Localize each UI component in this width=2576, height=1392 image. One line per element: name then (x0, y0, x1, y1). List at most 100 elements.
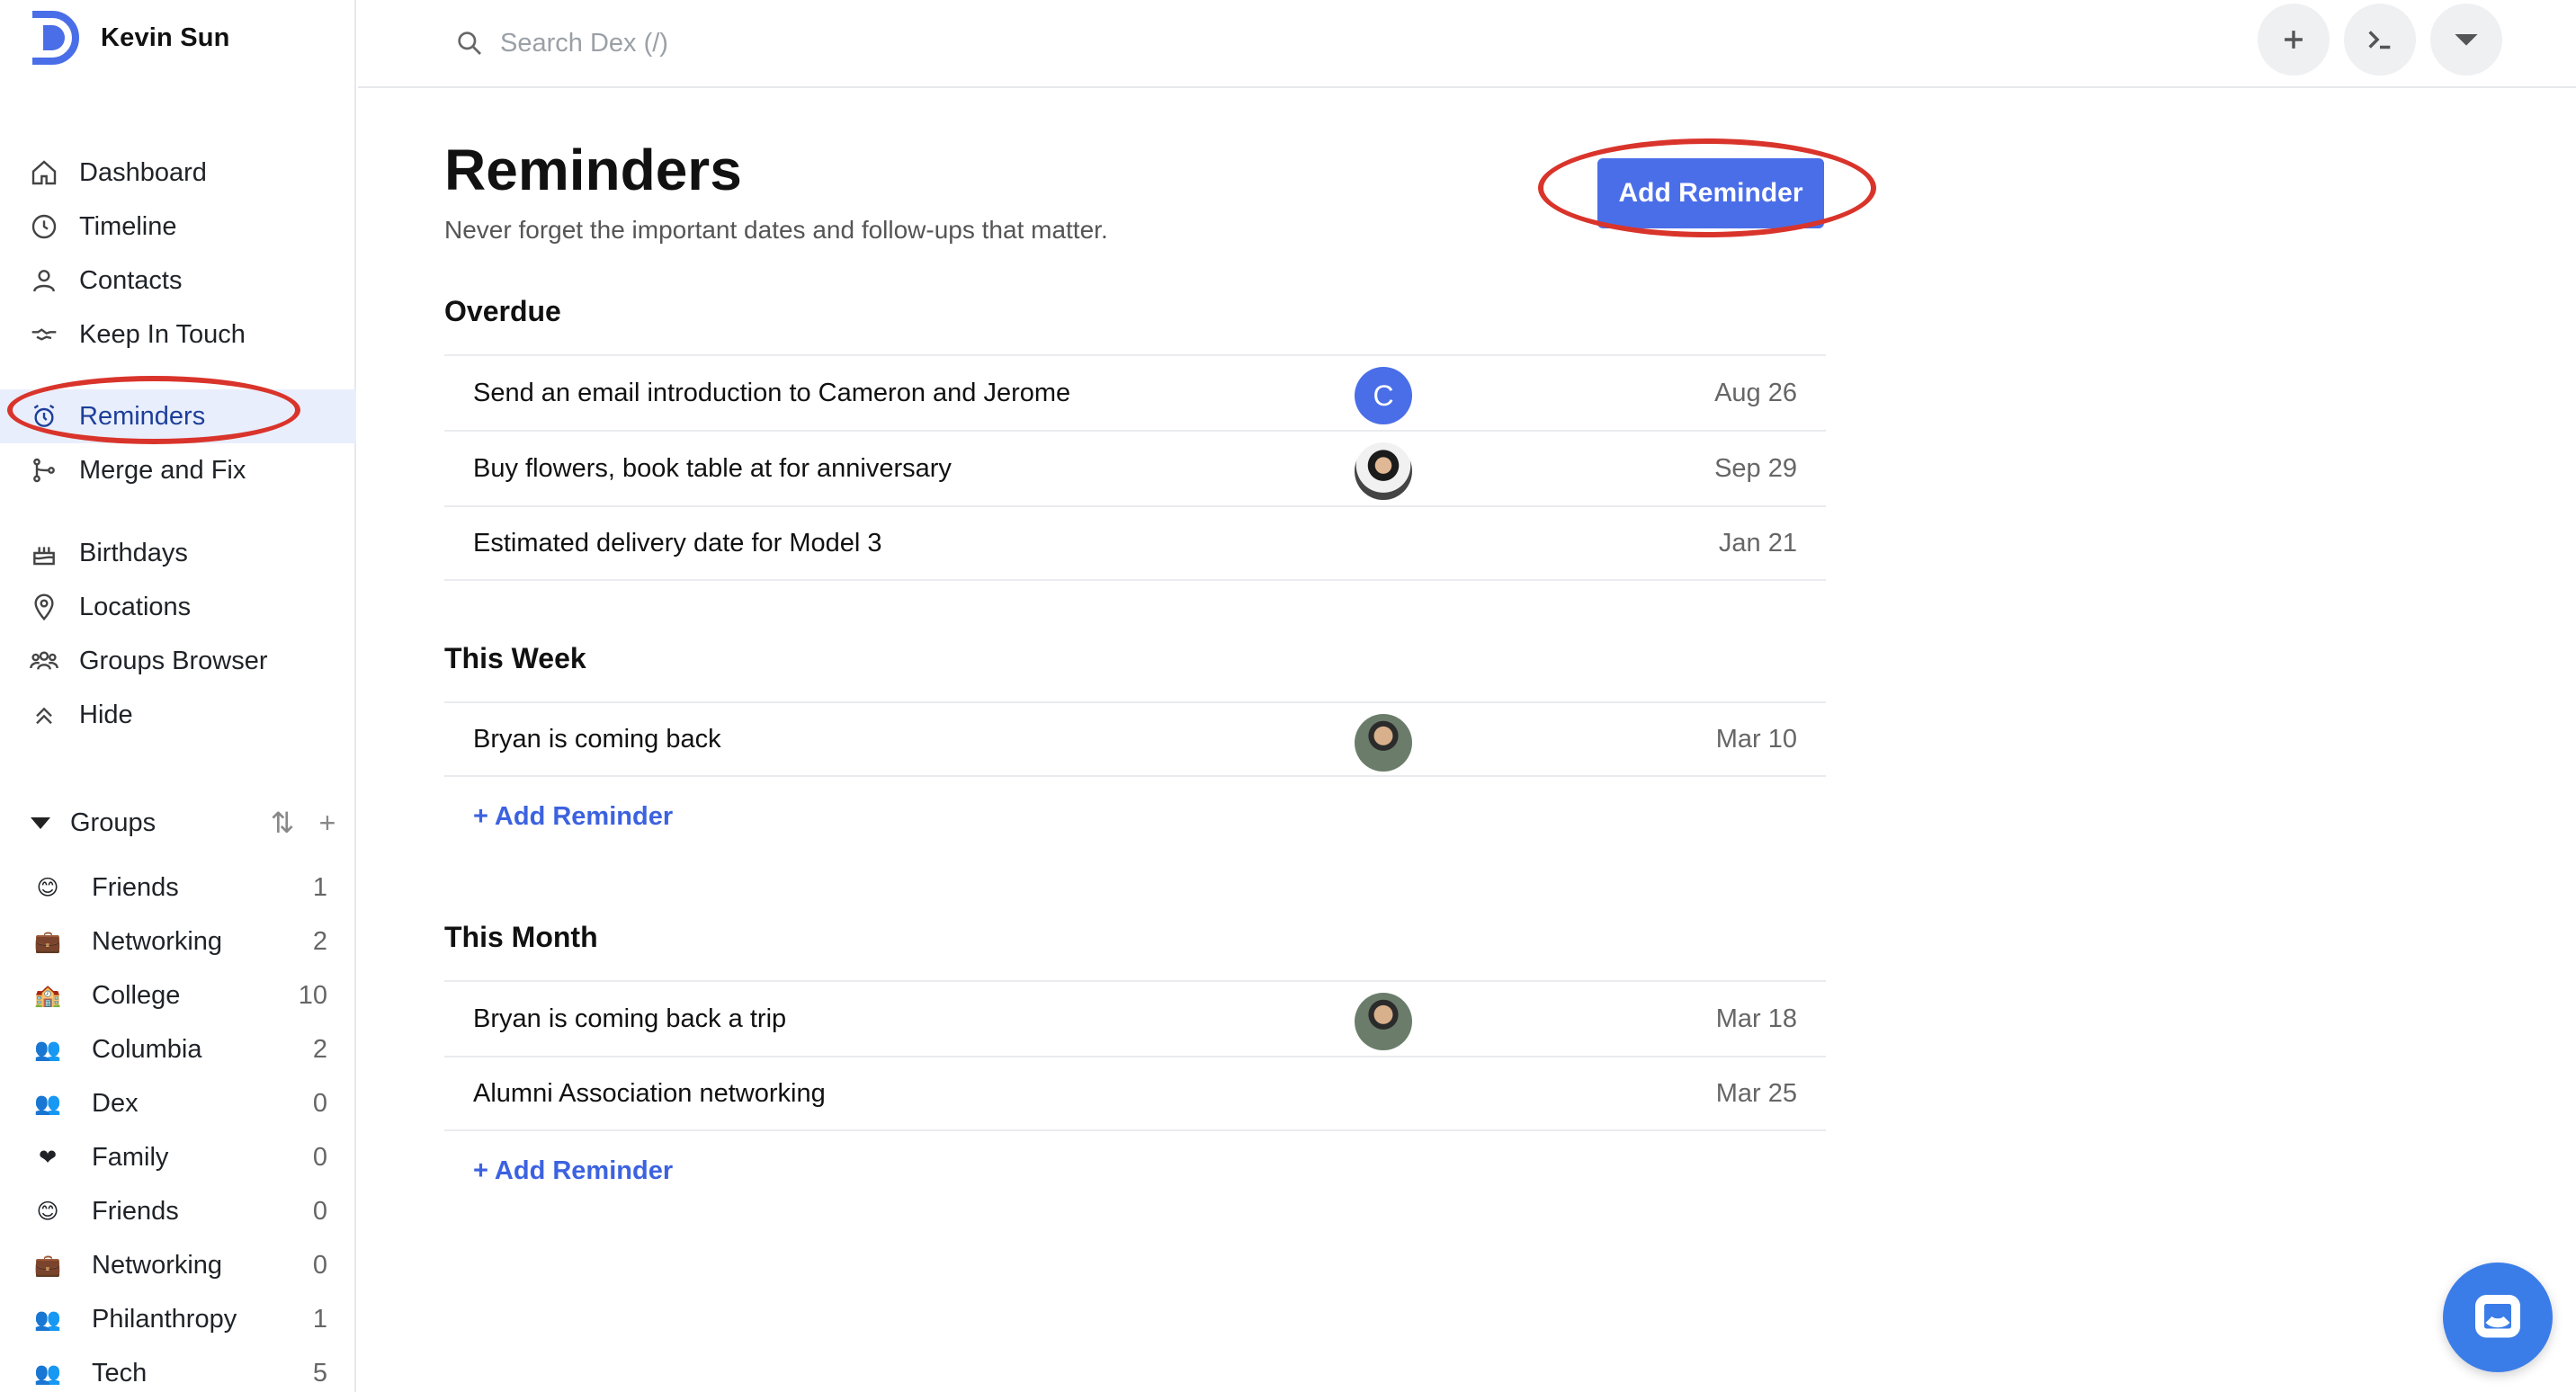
nav-item-birthdays[interactable]: Birthdays (0, 526, 356, 580)
group-item[interactable]: 😊 Friends 0 (0, 1184, 356, 1238)
group-item[interactable]: 💼 Networking 2 (0, 915, 356, 968)
nav-item-keep-in-touch[interactable]: Keep In Touch (0, 308, 356, 361)
group-name: Dex (92, 1088, 139, 1118)
reminder-date: Mar 25 (1715, 1078, 1797, 1108)
group-item[interactable]: 👥 Columbia 2 (0, 1022, 356, 1076)
plus-icon[interactable]: + (311, 807, 344, 839)
reminder-title: Bryan is coming back (473, 724, 721, 754)
group-item[interactable]: ❤ Family 0 (0, 1130, 356, 1184)
group-item[interactable]: 👥 Dex 0 (0, 1076, 356, 1130)
brand[interactable]: Kevin Sun (27, 9, 230, 67)
reminder-row[interactable]: Bryan is coming back Mar 10 (444, 701, 1826, 777)
groups-header[interactable]: Groups ⇅ + (0, 796, 356, 850)
search-icon (458, 31, 481, 55)
avatar[interactable] (1355, 442, 1412, 500)
nav-item-groups-browser[interactable]: Groups Browser (0, 634, 356, 688)
nav-label: Keep In Touch (79, 319, 246, 349)
group-item[interactable]: 👥 Tech 5 (0, 1346, 356, 1392)
reminder-date: Mar 10 (1715, 724, 1797, 754)
terminal-icon (2368, 31, 2391, 49)
reminder-title: Estimated delivery date for Model 3 (473, 528, 882, 558)
nav-item-reminders[interactable]: Reminders (0, 389, 356, 443)
group-count: 0 (312, 1142, 327, 1172)
merge-icon (29, 455, 59, 486)
avatar[interactable]: C (1355, 367, 1412, 424)
chevrons-up-icon (29, 700, 59, 730)
group-name: Tech (92, 1358, 148, 1388)
people-icon: 👥 (34, 1091, 61, 1116)
group-count: 5 (312, 1358, 327, 1388)
account-menu-button[interactable] (2430, 4, 2502, 76)
group-name: Networking (92, 1250, 223, 1280)
command-button[interactable] (2344, 4, 2416, 76)
nav-item-hide[interactable]: Hide (0, 688, 356, 742)
caret-down-icon[interactable] (31, 816, 50, 829)
reminder-row[interactable]: Buy flowers, book table at for anniversa… (444, 430, 1826, 505)
reminder-row[interactable]: Bryan is coming back a trip Mar 18 (444, 980, 1826, 1056)
dex-logo-icon (32, 11, 79, 65)
nav-label: Timeline (79, 211, 177, 241)
reminder-date: Jan 21 (1718, 528, 1797, 558)
avatar[interactable] (1355, 714, 1412, 772)
avatar[interactable] (1355, 993, 1412, 1050)
search-bar[interactable] (455, 20, 1085, 67)
group-item[interactable]: 😊 Friends 1 (0, 861, 356, 915)
primary-nav: Dashboard Timeline Contacts Keep In Touc… (0, 146, 356, 361)
chat-icon (2475, 1295, 2520, 1338)
user-name: Kevin Sun (101, 22, 230, 52)
nav-item-locations[interactable]: Locations (0, 580, 356, 634)
group-count: 2 (312, 926, 327, 956)
page-title: Reminders (444, 138, 742, 202)
people-icon (29, 646, 59, 676)
reminder-row[interactable]: Alumni Association networking Mar 25 (444, 1056, 1826, 1131)
group-name: Philanthropy (92, 1304, 237, 1334)
group-name: Family (92, 1142, 169, 1172)
sort-icon[interactable]: ⇅ (266, 807, 299, 839)
reminder-row[interactable]: Estimated delivery date for Model 3 Jan … (444, 505, 1826, 581)
nav-label: Dashboard (79, 157, 207, 187)
reminder-row[interactable]: Send an email introduction to Cameron an… (444, 354, 1826, 430)
add-reminder-link-this-month[interactable]: + Add Reminder (473, 1156, 673, 1186)
nav-label: Merge and Fix (79, 455, 246, 485)
add-reminder-link-this-week[interactable]: + Add Reminder (473, 802, 673, 832)
add-button[interactable] (2258, 4, 2330, 76)
group-item[interactable]: 🏫 College 10 (0, 968, 356, 1022)
nav-item-contacts[interactable]: Contacts (0, 254, 356, 308)
reminder-list-overdue: Send an email introduction to Cameron an… (444, 354, 1826, 581)
group-item[interactable]: 👥 Philanthropy 1 (0, 1292, 356, 1346)
nav-label: Contacts (79, 265, 183, 295)
reminder-date: Aug 26 (1714, 378, 1797, 407)
reminder-title: Bryan is coming back a trip (473, 1004, 787, 1033)
group-count: 0 (312, 1196, 327, 1226)
section-title-this-week: This Week (444, 642, 586, 674)
alarm-icon (29, 401, 59, 432)
reminder-list-this-week: Bryan is coming back Mar 10 (444, 701, 1826, 777)
chat-support-button[interactable] (2443, 1263, 2553, 1372)
group-count: 1 (312, 1304, 327, 1334)
group-count: 2 (312, 1034, 327, 1064)
group-count: 0 (312, 1088, 327, 1118)
group-count: 0 (312, 1250, 327, 1280)
reminder-list-this-month: Bryan is coming back a trip Mar 18 Alumn… (444, 980, 1826, 1131)
nav-item-merge-and-fix[interactable]: Merge and Fix (0, 443, 356, 497)
search-input[interactable] (500, 28, 1040, 58)
add-reminder-button[interactable]: Add Reminder (1597, 158, 1824, 228)
nav-label: Locations (79, 592, 192, 621)
people-icon: 👥 (34, 1307, 61, 1332)
caret-down-icon (2455, 34, 2478, 46)
group-count: 10 (298, 980, 327, 1010)
group-item[interactable]: 💼 Networking 0 (0, 1238, 356, 1292)
nav-label: Hide (79, 700, 133, 729)
groups-title: Groups (70, 808, 157, 837)
reminder-title: Alumni Association networking (473, 1078, 826, 1108)
group-name: Friends (92, 872, 179, 902)
group-name: College (92, 980, 181, 1010)
smile-icon: 😊 (36, 875, 59, 900)
smile-icon: 😊 (36, 1199, 59, 1224)
nav-item-timeline[interactable]: Timeline (0, 200, 356, 254)
person-icon (29, 265, 59, 296)
secondary-nav: Birthdays Locations Groups Browser Hide (0, 526, 356, 742)
reminder-date: Sep 29 (1714, 453, 1797, 483)
nav-item-dashboard[interactable]: Dashboard (0, 146, 356, 200)
primary-nav-2: Reminders Merge and Fix (0, 389, 356, 497)
